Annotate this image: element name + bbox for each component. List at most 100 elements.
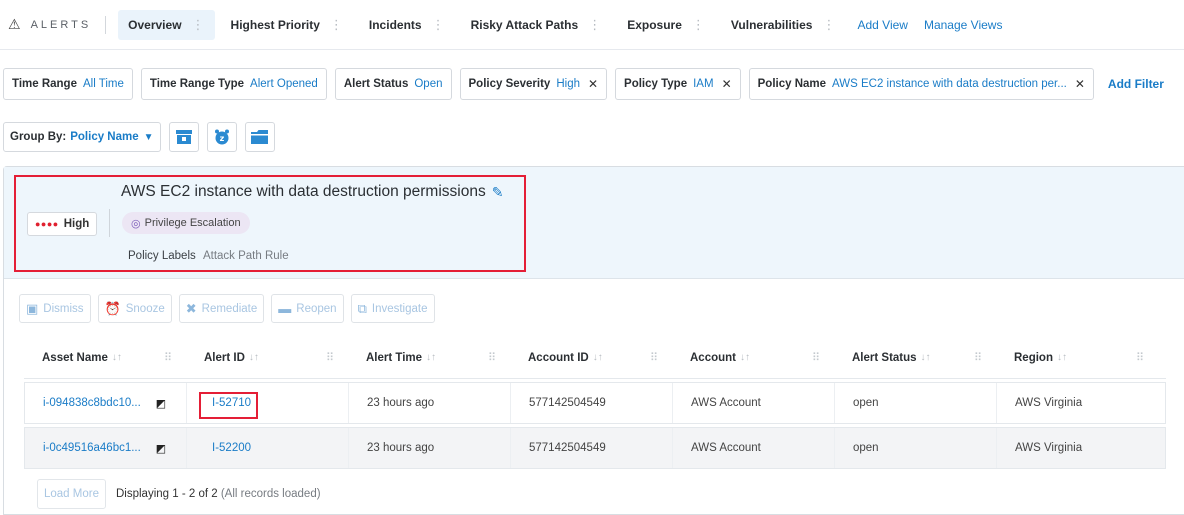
record-count: Displaying 1 - 2 of 2 (All records loade… <box>116 488 321 500</box>
alarm-clock-icon: z <box>214 129 229 145</box>
close-icon[interactable]: ✕ <box>1075 77 1085 91</box>
tab-risky-attack-paths[interactable]: Risky Attack Paths ⋮ <box>461 10 612 40</box>
kebab-icon[interactable]: ⋮ <box>822 17 835 33</box>
close-icon[interactable]: ✕ <box>722 77 732 91</box>
tab-overview[interactable]: Overview ⋮ <box>118 9 215 40</box>
filter-label: Policy Type <box>624 78 688 90</box>
sort-icon[interactable]: ↓↑ <box>249 352 259 363</box>
column-header-region[interactable]: Region ↓↑ ⠿ <box>996 337 1158 378</box>
asset-name-link[interactable]: i-094838c8bdc10... <box>43 397 141 409</box>
filter-label: Alert Status <box>343 78 409 90</box>
external-link-icon[interactable]: ◩ <box>156 397 166 410</box>
table-row[interactable]: i-094838c8bdc10... ◩ I-52710 23 hours ag… <box>24 382 1166 424</box>
policy-labels-value: Attack Path Rule <box>202 250 289 262</box>
drag-handle-icon[interactable]: ⠿ <box>488 351 496 364</box>
header-divider <box>109 209 110 237</box>
filter-value: AWS EC2 instance with data destruction p… <box>832 78 1067 90</box>
folder-icon: ▬ <box>278 301 292 316</box>
tab-exposure[interactable]: Exposure ⋮ <box>617 10 715 40</box>
group-by-select[interactable]: Group By: Policy Name ▼ <box>3 122 161 152</box>
column-header-alert-time[interactable]: Alert Time ↓↑ ⠿ <box>348 337 510 378</box>
sort-icon[interactable]: ↓↑ <box>593 352 603 363</box>
filter-policy-name[interactable]: Policy Name AWS EC2 instance with data d… <box>748 68 1094 100</box>
investigate-icon: ⧉ <box>357 300 367 316</box>
column-label: Alert Status <box>852 351 917 364</box>
nav-divider <box>105 15 107 34</box>
tab-label: Exposure <box>627 17 682 32</box>
drag-handle-icon[interactable]: ⠿ <box>326 351 334 364</box>
folder-group-button[interactable] <box>244 122 275 152</box>
filter-label: Time Range Type <box>149 78 245 90</box>
policy-labels-label: Policy Labels <box>128 250 196 262</box>
drag-handle-icon[interactable]: ⠿ <box>1136 351 1144 364</box>
filter-time-range[interactable]: Time Range All Time <box>3 68 133 100</box>
tab-vulnerabilities[interactable]: Vulnerabilities ⋮ <box>721 10 846 40</box>
sort-icon[interactable]: ↓↑ <box>1057 352 1067 363</box>
load-more-button[interactable]: Load More <box>37 479 106 509</box>
kebab-icon[interactable]: ⋮ <box>330 17 343 33</box>
table-footer: Load More Displaying 1 - 2 of 2 (All rec… <box>37 479 321 509</box>
remediate-button[interactable]: ✖ Remediate <box>178 294 265 323</box>
add-filter-link[interactable]: Add Filter <box>1108 77 1164 91</box>
alert-id-link[interactable]: I-52710 <box>205 397 251 409</box>
tab-incidents[interactable]: Incidents ⋮ <box>359 10 455 40</box>
table-row[interactable]: i-0c49516a46bc1... ◩ I-52200 23 hours ag… <box>24 427 1166 469</box>
alert-id-cell: I-52200 <box>187 428 349 468</box>
sort-icon[interactable]: ↓↑ <box>112 352 122 363</box>
alert-id-link[interactable]: I-52200 <box>205 442 251 454</box>
drag-handle-icon[interactable]: ⠿ <box>650 351 658 364</box>
add-view-link[interactable]: Add View <box>857 18 907 32</box>
drag-handle-icon[interactable]: ⠿ <box>812 351 820 364</box>
column-header-asset-name[interactable]: Asset Name ↓↑ ⠿ <box>24 337 186 378</box>
filter-policy-type[interactable]: Policy Type IAM ✕ <box>615 68 741 100</box>
snooze-button[interactable]: ⏰ Snooze <box>97 294 172 323</box>
drag-handle-icon[interactable]: ⠿ <box>164 351 172 364</box>
reopen-button[interactable]: ▬ Reopen <box>271 294 344 323</box>
investigate-button[interactable]: ⧉ Investigate <box>350 294 435 323</box>
sort-icon[interactable]: ↓↑ <box>426 352 436 363</box>
dismiss-group-button[interactable] <box>168 122 199 152</box>
kebab-icon[interactable]: ⋮ <box>692 17 705 33</box>
column-header-account[interactable]: Account ↓↑ ⠿ <box>672 337 834 378</box>
pencil-icon[interactable]: ✎ <box>492 184 504 201</box>
asset-name-cell: i-0c49516a46bc1... ◩ <box>25 428 187 468</box>
filter-alert-status[interactable]: Alert Status Open <box>334 68 452 100</box>
tab-label: Highest Priority <box>230 17 320 32</box>
snooze-label: Snooze <box>125 302 165 315</box>
warning-icon: ⚠ <box>8 16 21 32</box>
archive-icon: ▣ <box>26 300 39 316</box>
reopen-label: Reopen <box>296 302 337 315</box>
fingerprint-icon: ◎ <box>131 217 141 230</box>
column-header-alert-id[interactable]: Alert ID ↓↑ ⠿ <box>186 337 348 378</box>
filter-value: Alert Opened <box>250 78 318 90</box>
asset-name-link[interactable]: i-0c49516a46bc1... <box>43 442 141 454</box>
snooze-group-button[interactable]: z <box>206 122 237 152</box>
account-cell: AWS Account <box>673 383 835 423</box>
brand-title: ALERTS <box>30 18 92 31</box>
external-link-icon[interactable]: ◩ <box>156 442 166 455</box>
alert-time-cell: 23 hours ago <box>349 428 511 468</box>
filter-bar: Time Range All Time Time Range Type Aler… <box>0 66 1184 102</box>
investigate-label: Investigate <box>371 302 428 315</box>
drag-handle-icon[interactable]: ⠿ <box>974 351 982 364</box>
close-icon[interactable]: ✕ <box>588 77 598 91</box>
sort-icon[interactable]: ↓↑ <box>921 352 931 363</box>
dismiss-button[interactable]: ▣ Dismiss <box>19 294 91 323</box>
column-header-alert-status[interactable]: Alert Status ↓↑ ⠿ <box>834 337 996 378</box>
asset-name-cell: i-094838c8bdc10... ◩ <box>25 383 187 423</box>
filter-policy-severity[interactable]: Policy Severity High ✕ <box>459 68 608 100</box>
sort-icon[interactable]: ↓↑ <box>740 352 750 363</box>
filter-label: Policy Severity <box>468 78 551 90</box>
category-label: Privilege Escalation <box>144 217 241 229</box>
kebab-icon[interactable]: ⋮ <box>432 17 445 33</box>
tab-label: Incidents <box>368 17 422 32</box>
column-header-account-id[interactable]: Account ID ↓↑ ⠿ <box>510 337 672 378</box>
action-bar: ▣ Dismiss ⏰ Snooze ✖ Remediate ▬ Reopen … <box>19 294 435 323</box>
kebab-icon[interactable]: ⋮ <box>192 17 205 33</box>
tab-highest-priority[interactable]: Highest Priority ⋮ <box>221 10 353 40</box>
manage-views-link[interactable]: Manage Views <box>924 18 1003 32</box>
group-by-label: Group By: <box>10 131 67 143</box>
kebab-icon[interactable]: ⋮ <box>588 17 601 33</box>
policy-title[interactable]: AWS EC2 instance with data destruction p… <box>121 183 503 201</box>
filter-time-range-type[interactable]: Time Range Type Alert Opened <box>140 68 327 100</box>
